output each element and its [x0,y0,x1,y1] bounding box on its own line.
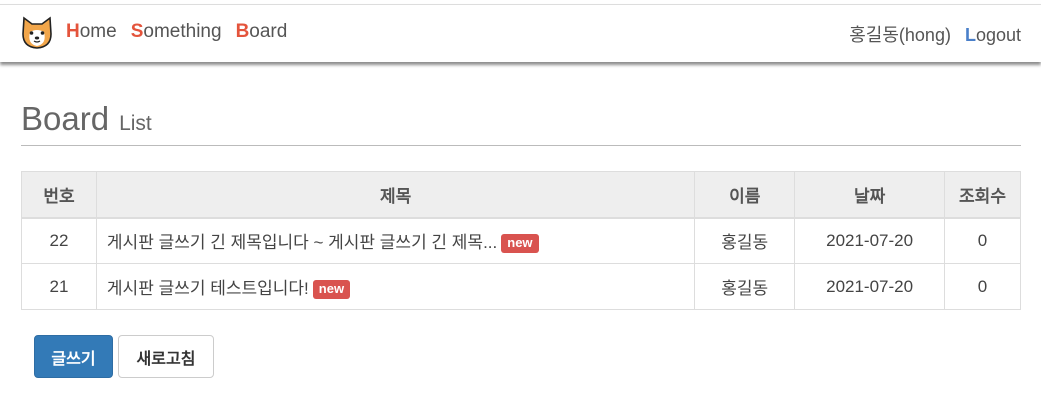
board-table: 번호 제목 이름 날짜 조회수 22 게시판 글쓰기 긴 제목입니다 ~ 게시판… [21,171,1021,310]
header-subject: 제목 [95,171,696,219]
nav-home[interactable]: Home [66,21,117,43]
cell-views: 0 [944,217,1021,264]
new-badge: new [501,234,539,254]
table-row[interactable]: 21 게시판 글쓰기 테스트입니다! new 홍길동 2021-07-20 0 [21,263,1021,310]
page-title-main: Board [21,100,110,137]
header-no: 번호 [21,171,97,219]
main-nav: Home Something Board [66,21,287,43]
cell-date: 2021-07-20 [794,217,946,264]
dog-face-icon[interactable] [20,14,54,50]
header-views: 조회수 [944,171,1021,219]
header-name: 이름 [694,171,796,219]
cell-no: 21 [21,263,97,310]
logout-link[interactable]: Logout [965,25,1021,46]
cell-subject: 게시판 글쓰기 긴 제목입니다 ~ 게시판 글쓰기 긴 제목... new [95,217,696,264]
cell-views: 0 [944,263,1021,310]
new-badge: new [312,280,351,299]
top-navbar: Home Something Board 홍길동(hong) Logout [0,4,1041,62]
title-divider [21,145,1021,146]
page-title: Board List [21,100,152,138]
table-header-row: 번호 제목 이름 날짜 조회수 [21,171,1021,219]
post-title-link[interactable]: 게시판 글쓰기 긴 제목입니다 ~ 게시판 글쓰기 긴 제목... [107,233,497,252]
refresh-button[interactable]: 새로고침 [118,335,214,378]
header-date: 날짜 [794,171,946,219]
cell-no: 22 [21,217,97,264]
user-nav: 홍길동(hong) Logout [849,21,1021,47]
post-title-link[interactable]: 게시판 글쓰기 테스트입니다! [107,279,309,298]
cell-name: 홍길동 [694,263,796,310]
user-name: 홍길동(hong) [849,25,951,45]
write-button[interactable]: 글쓰기 [34,335,113,378]
table-row[interactable]: 22 게시판 글쓰기 긴 제목입니다 ~ 게시판 글쓰기 긴 제목... new … [21,217,1021,264]
cell-subject: 게시판 글쓰기 테스트입니다! new [95,263,696,310]
page-title-sub: List [119,112,152,135]
cell-date: 2021-07-20 [794,263,946,310]
nav-something[interactable]: Something [131,21,222,43]
nav-board[interactable]: Board [236,21,288,43]
cell-name: 홍길동 [694,217,796,264]
